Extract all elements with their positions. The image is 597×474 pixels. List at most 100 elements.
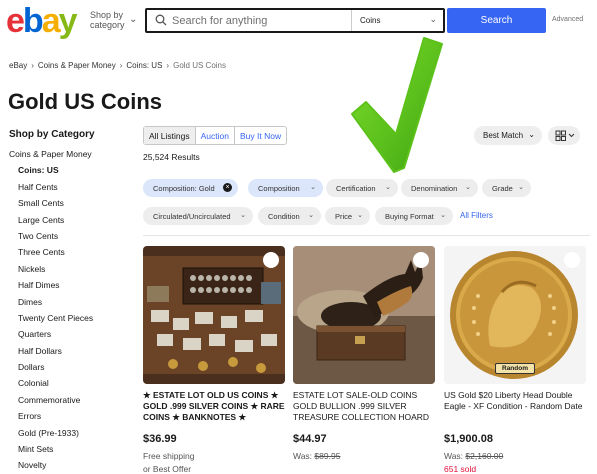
product-price: $44.97	[293, 433, 327, 445]
filter-circulated[interactable]: Circulated/Uncirculated ⌄	[143, 207, 253, 225]
sidebar-category-item[interactable]: Three Cents	[9, 246, 93, 262]
product-card[interactable]: ESTATE LOT SALE-OLD COINS GOLD BULLION .…	[293, 246, 435, 463]
filter-label: Condition	[268, 212, 300, 221]
breadcrumb-current: Gold US Coins	[173, 61, 227, 70]
product-title[interactable]: US Gold $20 Liberty Head Double Eagle - …	[444, 390, 586, 426]
category-select[interactable]: Coins ⌄	[351, 10, 445, 31]
was-value: $89.95	[314, 451, 341, 461]
product-image-dog-chest[interactable]	[293, 246, 435, 384]
sidebar-category-item[interactable]: Dimes	[9, 296, 93, 312]
sidebar-category-item[interactable]: Coins: US	[9, 164, 93, 180]
tab-all-listings[interactable]: All Listings	[144, 127, 196, 144]
sort-label: Best Match	[483, 131, 524, 140]
product-price: $1,900.08	[444, 433, 493, 445]
product-offer: or Best Offer	[143, 464, 192, 474]
filter-composition-gold[interactable]: Composition: Gold ×	[143, 179, 238, 197]
sidebar-category-item[interactable]: Half Dollars	[9, 345, 93, 361]
sidebar-heading: Shop by Category	[9, 129, 95, 140]
product-title[interactable]: ESTATE LOT SALE-OLD COINS GOLD BULLION .…	[293, 390, 435, 426]
sidebar-category-item[interactable]: Large Cents	[9, 214, 93, 230]
chevron-down-icon: ⌄	[528, 130, 535, 139]
category-list: Coins & Paper Money Coins: US Half Cents Sm…	[9, 148, 93, 474]
product-card[interactable]: ★ ESTATE LOT OLD US COINS ★ GOLD .999 SI…	[143, 246, 285, 474]
logo-letter: y	[58, 2, 78, 40]
filter-certification[interactable]: Certification ⌄	[326, 179, 398, 197]
was-value: $2,160.00	[465, 451, 504, 461]
sidebar-category-item[interactable]: Half Cents	[9, 181, 93, 197]
sidebar-category-item[interactable]: Errors	[9, 410, 93, 426]
chevron-right-icon: ›	[119, 61, 123, 70]
filter-label: Grade	[492, 184, 513, 193]
product-card[interactable]: Random US Gold $20 Liberty Head Double E…	[444, 246, 586, 474]
breadcrumb-item[interactable]: eBay	[9, 61, 27, 70]
shop-by-line1: Shop by	[90, 10, 124, 20]
sidebar-category-item[interactable]: Twenty Cent Pieces	[9, 312, 93, 328]
filter-denomination[interactable]: Denomination ⌄	[401, 179, 478, 197]
filter-composition[interactable]: Composition ⌄	[248, 179, 323, 197]
sidebar-category-item[interactable]: Mint Sets	[9, 443, 93, 459]
chevron-down-icon: ⌄	[465, 184, 471, 191]
category-select-value: Coins	[360, 16, 381, 25]
dog-treasure-photo	[293, 246, 435, 384]
close-icon[interactable]: ×	[223, 183, 232, 192]
breadcrumb-item[interactable]: Coins & Paper Money	[38, 61, 116, 70]
filter-buying-format[interactable]: Buying Format ⌄	[375, 207, 453, 225]
search-input[interactable]	[172, 12, 342, 30]
ebay-logo[interactable]: ebay	[6, 2, 78, 41]
annotation-arrow-icon	[351, 37, 443, 173]
chevron-down-icon: ⌄	[385, 184, 391, 191]
sidebar-category-item[interactable]: Small Cents	[9, 197, 93, 213]
sidebar-category-item[interactable]: Colonial	[9, 377, 93, 393]
chevron-down-icon: ⌄	[518, 184, 524, 191]
breadcrumb-item[interactable]: Coins: US	[126, 61, 162, 70]
product-shipping: Free shipping	[143, 451, 195, 461]
sold-count: 651 sold	[444, 464, 477, 474]
all-filters-link[interactable]: All Filters	[460, 211, 493, 220]
tab-auction[interactable]: Auction	[196, 127, 235, 144]
filter-label: Circulated/Uncirculated	[153, 212, 231, 221]
advanced-search-link[interactable]: Advanced	[552, 16, 583, 23]
listing-type-tabs: All Listings Auction Buy It Now	[143, 126, 288, 145]
was-prefix: Was:	[444, 451, 466, 461]
sidebar-category-item[interactable]: Gold (Pre-1933)	[9, 427, 93, 443]
product-image-coin-lot[interactable]	[143, 246, 285, 384]
chevron-down-icon[interactable]: ⌄	[129, 14, 137, 25]
sidebar-category-item[interactable]: Half Dimes	[9, 279, 93, 295]
was-prefix: Was:	[293, 451, 315, 461]
filter-label: Composition	[258, 184, 300, 193]
product-price: $36.99	[143, 433, 177, 445]
chevron-right-icon: ›	[31, 61, 34, 70]
sidebar-category-item[interactable]: Dollars	[9, 361, 93, 377]
watch-heart-icon[interactable]	[263, 252, 279, 268]
logo-letter: b	[22, 2, 44, 40]
watch-heart-icon[interactable]	[564, 252, 580, 268]
shop-by-category-button[interactable]: Shop by category	[90, 10, 125, 30]
filter-grade[interactable]: Grade ⌄	[482, 179, 531, 197]
tab-buy-it-now[interactable]: Buy It Now	[235, 127, 286, 144]
product-image-gold-coin[interactable]: Random	[444, 246, 586, 384]
search-icon	[155, 14, 167, 26]
results-count: 25,524 Results	[143, 152, 200, 162]
sidebar-category-item[interactable]: Coins & Paper Money	[9, 148, 93, 164]
sidebar-category-item[interactable]: Quarters	[9, 328, 93, 344]
shop-by-line2: category	[90, 20, 125, 30]
logo-letter: e	[6, 2, 25, 40]
filter-condition[interactable]: Condition ⌄	[258, 207, 321, 225]
page-title: Gold US Coins	[8, 89, 162, 114]
sidebar-category-item[interactable]: Two Cents	[9, 230, 93, 246]
sidebar-category-item[interactable]: Commemorative	[9, 394, 93, 410]
chevron-down-icon: ⌄	[240, 212, 246, 219]
grid-view-icon	[555, 130, 575, 141]
filter-label: Buying Format	[385, 212, 434, 221]
filter-price[interactable]: Price ⌄	[325, 207, 370, 225]
chevron-down-icon: ⌄	[310, 184, 316, 191]
coin-lot-photo	[143, 246, 285, 384]
divider	[143, 235, 590, 236]
watch-heart-icon[interactable]	[413, 252, 429, 268]
breadcrumb: eBay › Coins & Paper Money › Coins: US › Gold …	[9, 61, 226, 70]
view-toggle-button[interactable]	[548, 126, 580, 145]
product-title[interactable]: ★ ESTATE LOT OLD US COINS ★ GOLD .999 SI…	[143, 390, 285, 426]
sidebar-category-item[interactable]: Novelty	[9, 459, 93, 474]
sidebar-category-item[interactable]: Nickels	[9, 263, 93, 279]
sort-dropdown[interactable]: Best Match ⌄	[474, 126, 542, 145]
